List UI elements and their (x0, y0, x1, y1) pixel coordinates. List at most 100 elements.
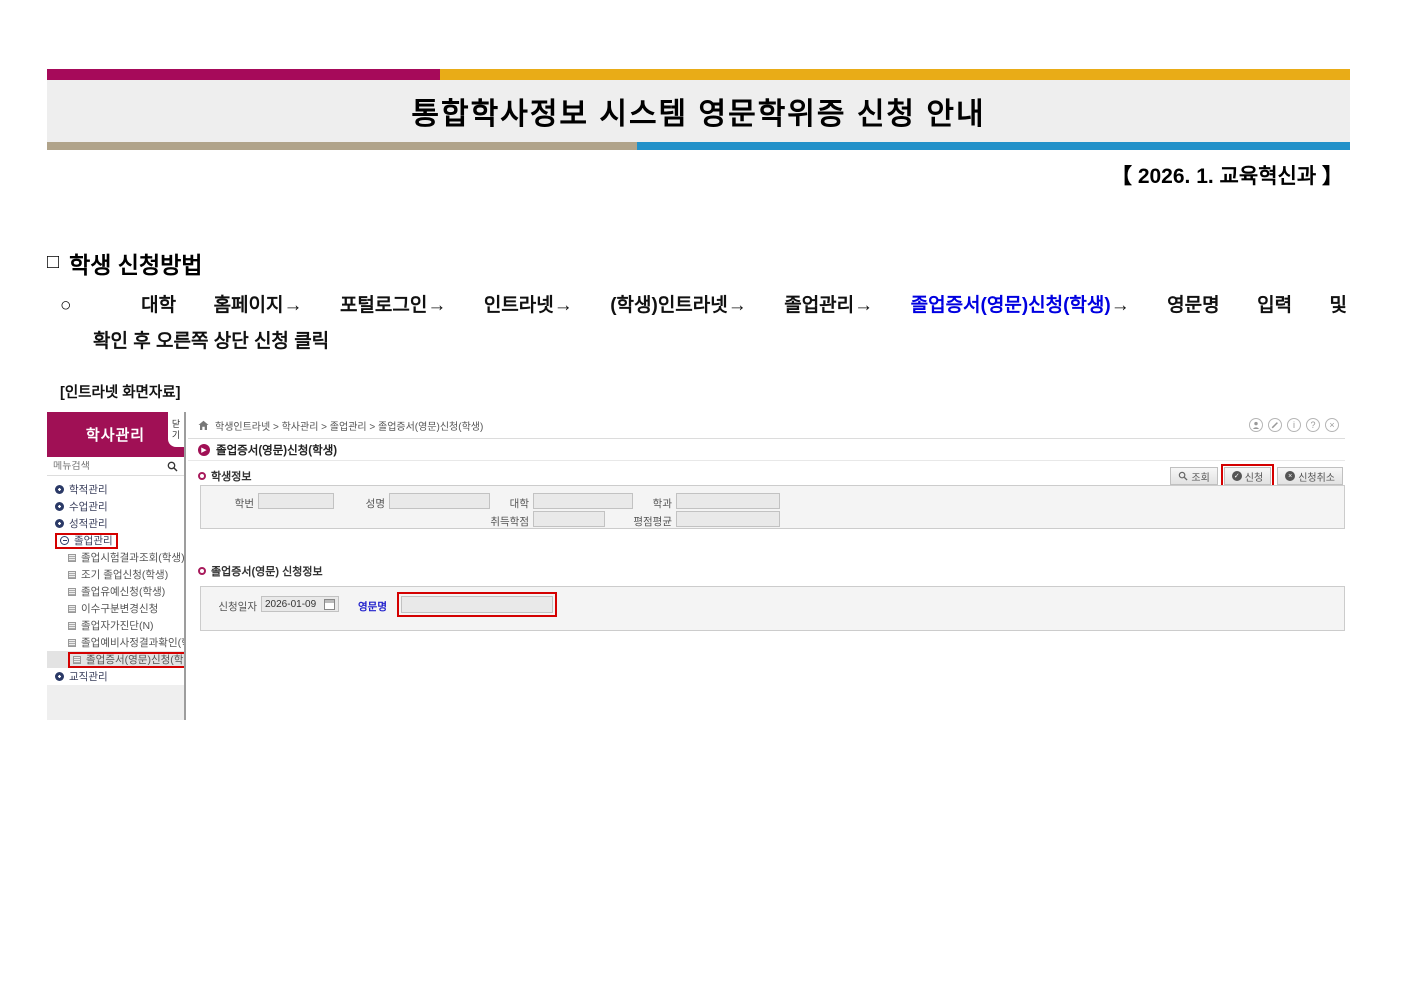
title-band: 통합학사정보 시스템 영문학위증 신청 안내 (47, 80, 1350, 142)
steps-suffix: → 영문명 입력 및 (1111, 295, 1347, 316)
application-info-section-row: 졸업증서(영문) 신청정보 (188, 556, 1345, 580)
sidebar-item-self-check[interactable]: 졸업자가진단(N) (47, 617, 184, 634)
gpa-input[interactable] (676, 511, 780, 527)
sidebar-item-label: 조기 졸업신청(학생) (81, 567, 168, 582)
menu-search-input[interactable] (53, 461, 167, 472)
sidebar-item-grad-defer[interactable]: 졸업유예신청(학생) (47, 583, 184, 600)
sidebar-item-hakjeok[interactable]: 학적관리 (47, 481, 184, 498)
apply-date-value: 2026-01-09 (265, 599, 316, 610)
student-id-label: 학번 (206, 496, 254, 511)
search-icon[interactable] (167, 461, 178, 472)
window-icons: i ? × (1249, 418, 1339, 432)
dept-input[interactable] (676, 493, 780, 509)
apply-button[interactable]: ✓ 신청 (1224, 467, 1271, 485)
apply-date-field[interactable]: 2026-01-09 (261, 596, 339, 612)
section-title-text: 졸업증서(영문) 신청정보 (211, 563, 323, 579)
sidebar-item-early-grad[interactable]: 조기 졸업신청(학생) (47, 566, 184, 583)
button-label: 신청 (1245, 469, 1263, 484)
sidebar-item-course-change[interactable]: 이수구분변경신청 (47, 600, 184, 617)
red-highlight-box: 졸업증서(영문)신청(학생) (68, 652, 184, 668)
topbar: 학생인트라넷 > 학사관리 > 졸업관리 > 졸업증서(영문)신청(학생) i … (188, 412, 1345, 439)
circle-dot-icon (55, 672, 64, 681)
sidebar-menu: 학적관리 수업관리 성적관리 졸업관리 졸업시험결과조회(학생) 조기 졸업신청… (47, 476, 184, 685)
section-title-text: 학생정보 (211, 468, 251, 484)
sidebar-item-exam-result[interactable]: 졸업시험결과조회(학생) (47, 549, 184, 566)
steps-line1: ○ 대학 홈페이지→ 포털로그인→ 인트라넷→ (학생)인트라넷→ 졸업관리→ … (60, 289, 1347, 323)
cancel-apply-button[interactable]: × 신청취소 (1277, 467, 1343, 485)
document-icon (68, 571, 76, 579)
user-icon[interactable] (1249, 418, 1263, 432)
page-title: 통합학사정보 시스템 영문학위증 신청 안내 (411, 89, 985, 133)
dept-label: 학과 (634, 496, 672, 511)
sidebar-item-label: 수업관리 (69, 499, 108, 514)
stripe-blue (637, 142, 1350, 150)
sidebar-item-label: 졸업유예신청(학생) (81, 584, 165, 599)
student-info-section-row: 학생정보 조회 ✓ 신청 × 신청취소 (188, 461, 1345, 485)
application-info-title: 졸업증서(영문) 신청정보 (198, 563, 323, 579)
sidebar-item-seongjeok[interactable]: 성적관리 (47, 515, 184, 532)
circle-dot-icon (55, 502, 64, 511)
circle-dot-icon (55, 485, 64, 494)
document-icon (68, 605, 76, 613)
credits-label: 취득학점 (478, 514, 529, 529)
button-label: 신청취소 (1298, 469, 1335, 484)
steps-paragraph: ○ 대학 홈페이지→ 포털로그인→ 인트라넷→ (학생)인트라넷→ 졸업관리→ … (60, 289, 1347, 359)
steps-line2: 확인 후 오른쪽 상단 신청 클릭 (93, 325, 1347, 359)
student-id-input[interactable] (258, 493, 334, 509)
section-heading: □ 학생 신청방법 (47, 246, 202, 280)
sidebar-item-sueop[interactable]: 수업관리 (47, 498, 184, 515)
sidebar-item-label: 졸업예비사정결과확인(학생 (81, 635, 184, 650)
sidebar-item-label: 성적관리 (69, 516, 108, 531)
sidebar-item-label: 교직관리 (69, 669, 108, 684)
home-icon[interactable] (198, 420, 209, 431)
document-icon (68, 554, 76, 562)
college-input[interactable] (533, 493, 633, 509)
help-icon[interactable]: ? (1306, 418, 1320, 432)
credits-input[interactable] (533, 511, 605, 527)
sidebar-item-pre-result[interactable]: 졸업예비사정결과확인(학생 (47, 634, 184, 651)
intranet-screenshot: 학사관리 닫기 학적관리 수업관리 성적관리 졸업관리 졸업시험결과조회(학생)… (47, 412, 1345, 720)
sidebar-item-joreop[interactable]: 졸업관리 (47, 532, 184, 549)
magnifier-icon (1178, 471, 1188, 481)
banner-bottom-stripe (47, 142, 1350, 150)
info-icon[interactable]: i (1287, 418, 1301, 432)
section-heading-text: 학생 신청방법 (69, 246, 202, 280)
sidebar-item-eng-cert[interactable]: 졸업증서(영문)신청(학생) (47, 651, 184, 668)
student-name-input[interactable] (389, 493, 490, 509)
document-icon (73, 656, 81, 664)
student-info-box: 학번 성명 대학 학과 취득학점 평점평균 (200, 485, 1345, 529)
document-icon (68, 622, 76, 630)
breadcrumb-text: 학생인트라넷 > 학사관리 > 졸업관리 > 졸업증서(영문)신청(학생) (215, 418, 483, 433)
document-page: 통합학사정보 시스템 영문학위증 신청 안내 【 2026. 1. 교육혁신과 … (0, 0, 1403, 992)
sidebar-header: 학사관리 닫기 (47, 412, 184, 457)
english-name-input[interactable] (401, 596, 553, 613)
breadcrumb: 학생인트라넷 > 학사관리 > 졸업관리 > 졸업증서(영문)신청(학생) (198, 418, 483, 433)
gpa-label: 평점평균 (629, 514, 672, 529)
sidebar-item-label: 졸업시험결과조회(학생) (81, 550, 184, 565)
calendar-icon[interactable] (324, 599, 335, 610)
search-button[interactable]: 조회 (1170, 467, 1217, 485)
screenshot-caption: [인트라넷 화면자료] (60, 381, 180, 402)
red-highlight-box: 졸업관리 (55, 533, 118, 549)
sidebar: 학사관리 닫기 학적관리 수업관리 성적관리 졸업관리 졸업시험결과조회(학생)… (47, 412, 186, 720)
sidebar-close-button[interactable]: 닫기 (168, 412, 184, 447)
application-info-box: 신청일자 2026-01-09 영문명 (200, 586, 1345, 631)
sidebar-item-gyojik[interactable]: 교직관리 (47, 668, 184, 685)
document-icon (68, 588, 76, 596)
ring-icon (198, 567, 206, 575)
intranet-page-title: 졸업증서(영문)신청(학생) (216, 442, 337, 458)
spacer (188, 529, 1345, 556)
circle-minus-icon (60, 536, 69, 545)
sidebar-item-label: 졸업자가진단(N) (81, 618, 154, 633)
sidebar-item-label: 이수구분변경신청 (81, 601, 158, 616)
steps-prefix: 대학 홈페이지→ 포털로그인→ 인트라넷→ (학생)인트라넷→ 졸업관리→ (141, 295, 910, 316)
close-icon[interactable]: × (1325, 418, 1339, 432)
edit-icon[interactable] (1268, 418, 1282, 432)
menu-search (47, 457, 184, 476)
student-info-title: 학생정보 (198, 468, 251, 484)
steps-menu-link: 졸업증서(영문)신청(학생) (911, 295, 1111, 316)
apply-date-label: 신청일자 (215, 599, 257, 614)
sidebar-item-label: 졸업증서(영문)신청(학생) (86, 652, 184, 667)
stripe-magenta (47, 69, 440, 80)
main-panel: 학생인트라넷 > 학사관리 > 졸업관리 > 졸업증서(영문)신청(학생) i … (188, 412, 1345, 720)
